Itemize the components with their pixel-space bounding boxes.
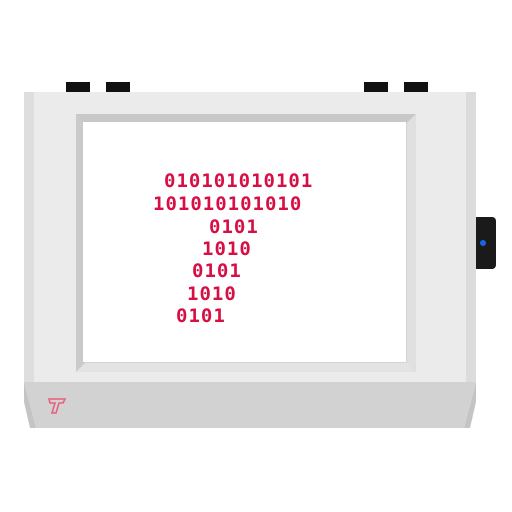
binary-line-3: 0101 [209,216,259,238]
brand-logo-icon [48,398,66,414]
binary-line-6: 1010 [187,283,237,305]
app-icon: 010101010101 101010101010 0101 1010 0101… [0,0,512,512]
power-led [480,240,486,246]
binary-line-1: 010101010101 [164,170,314,192]
binary-line-4: 1010 [202,238,252,260]
binary-line-5: 0101 [192,260,242,282]
binary-line-7: 0101 [176,305,226,327]
binary-line-2: 101010101010 [153,193,303,215]
